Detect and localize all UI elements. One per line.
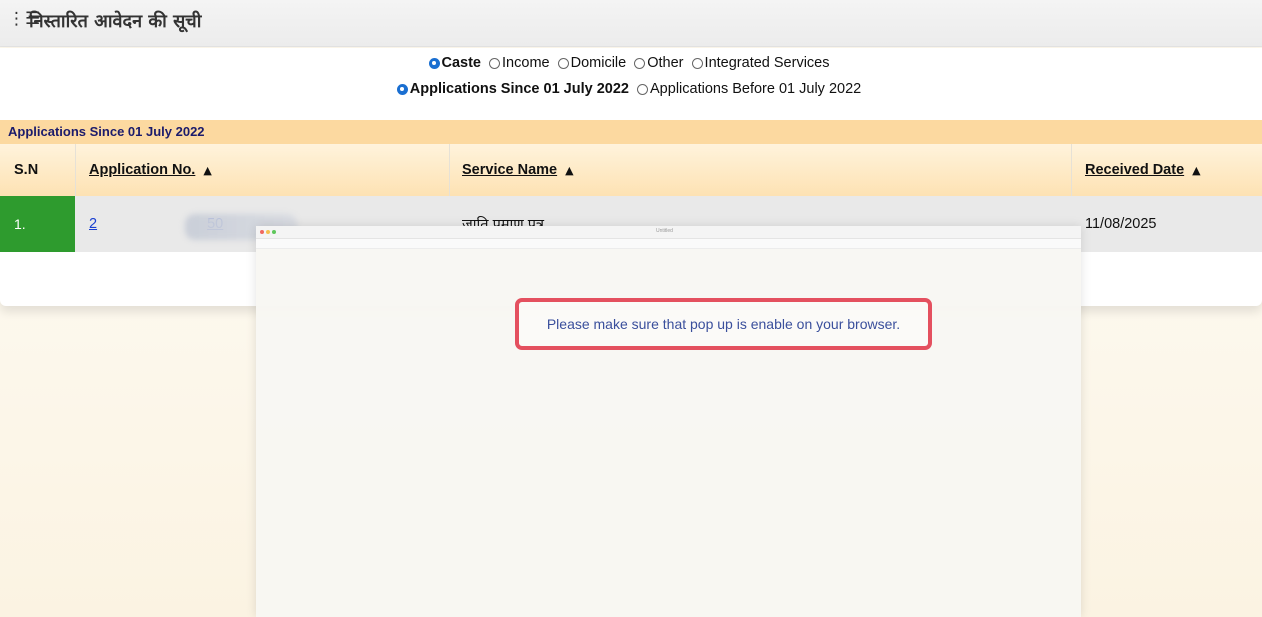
sort-icon[interactable]: ▲︎: [203, 164, 211, 177]
radio-button[interactable]: [691, 57, 703, 69]
sort-icon[interactable]: ▲︎: [1192, 164, 1200, 177]
radio-caste[interactable]: Caste: [428, 55, 481, 71]
application-no-cell: 250: [89, 196, 297, 252]
header-service-name[interactable]: Service Name ▲︎: [462, 144, 574, 196]
section-title: Applications Since 01 July 2022: [8, 124, 205, 139]
page-title: निस्तारित आवेदन की सूची: [29, 11, 202, 32]
popup-titlebar[interactable]: Untitled: [256, 226, 1081, 239]
table-header: S.N Application No. ▲︎ Service Name ▲︎ Rec…: [0, 144, 1262, 196]
header-sn: S.N: [14, 162, 39, 178]
popup-address-bar[interactable]: [256, 239, 1081, 249]
popup-title: Untitled: [656, 228, 673, 234]
radio-income[interactable]: Income: [489, 55, 550, 71]
radio-button[interactable]: [634, 57, 646, 69]
sort-icon[interactable]: ▲︎: [565, 164, 573, 177]
category-radio-group: Caste Income Domicile Other Integrated S…: [0, 55, 1262, 73]
radio-button[interactable]: [637, 83, 649, 95]
row-sn-cell: 1.: [0, 196, 75, 252]
radio-integrated-services[interactable]: Integrated Services: [691, 55, 829, 71]
radio-before-july-2022[interactable]: Applications Before 01 July 2022: [637, 81, 861, 97]
received-date-cell: 11/08/2025: [1085, 216, 1157, 232]
radio-button[interactable]: [396, 83, 408, 95]
radio-other[interactable]: Other: [634, 55, 684, 71]
popup-warning-message: Please make sure that pop up is enable o…: [515, 298, 932, 350]
header-received-date[interactable]: Received Date ▲︎: [1085, 144, 1201, 196]
radio-domicile[interactable]: Domicile: [557, 55, 626, 71]
close-window-icon[interactable]: [260, 230, 264, 234]
minimize-window-icon[interactable]: [266, 230, 270, 234]
section-title-bar: Applications Since 01 July 2022: [0, 120, 1262, 144]
page-header: ⋮☰ निस्तारित आवेदन की सूची: [0, 0, 1262, 47]
radio-button[interactable]: [428, 57, 440, 69]
header-application-no[interactable]: Application No. ▲︎: [89, 144, 212, 196]
popup-window[interactable]: Untitled Please make sure that pop up is…: [256, 226, 1081, 617]
radio-since-july-2022[interactable]: Applications Since 01 July 2022: [396, 81, 629, 97]
period-radio-group: Applications Since 01 July 2022 Applicat…: [0, 81, 1262, 99]
radio-button[interactable]: [489, 57, 501, 69]
radio-button[interactable]: [557, 57, 569, 69]
maximize-window-icon[interactable]: [272, 230, 276, 234]
